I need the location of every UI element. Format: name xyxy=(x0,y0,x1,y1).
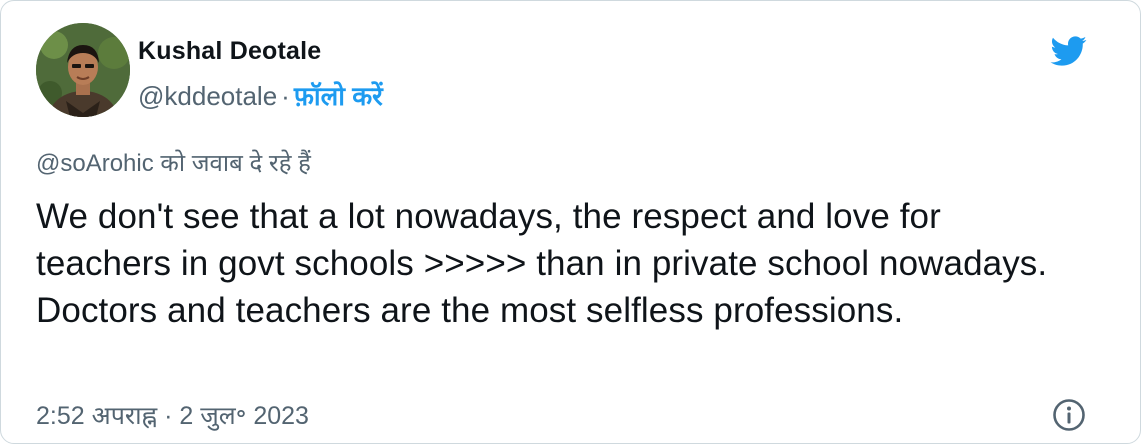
info-icon[interactable] xyxy=(1051,397,1087,433)
tweet-text: We don't see that a lot nowadays, the re… xyxy=(36,197,1048,330)
separator: · xyxy=(281,81,290,111)
timestamp-link[interactable]: 2:52 अपराह्न · 2 जुल॰ 2023 xyxy=(36,399,309,433)
avatar[interactable] xyxy=(36,23,130,117)
handle-row: @kddeotale · फ़ॉलो करें xyxy=(138,79,383,113)
follow-button[interactable]: फ़ॉलो करें xyxy=(294,81,383,111)
avatar-image xyxy=(36,23,130,117)
tweet-card: Kushal Deotale @kddeotale · फ़ॉलो करें @so… xyxy=(0,0,1141,444)
author-handle[interactable]: @kddeotale xyxy=(138,81,277,111)
user-info: Kushal Deotale @kddeotale · फ़ॉलो करें xyxy=(138,35,383,113)
reply-context: @soArohic को जवाब दे रहे हैं xyxy=(36,150,311,177)
author-display-name[interactable]: Kushal Deotale xyxy=(138,35,383,67)
twitter-bird-icon[interactable] xyxy=(1044,32,1092,70)
